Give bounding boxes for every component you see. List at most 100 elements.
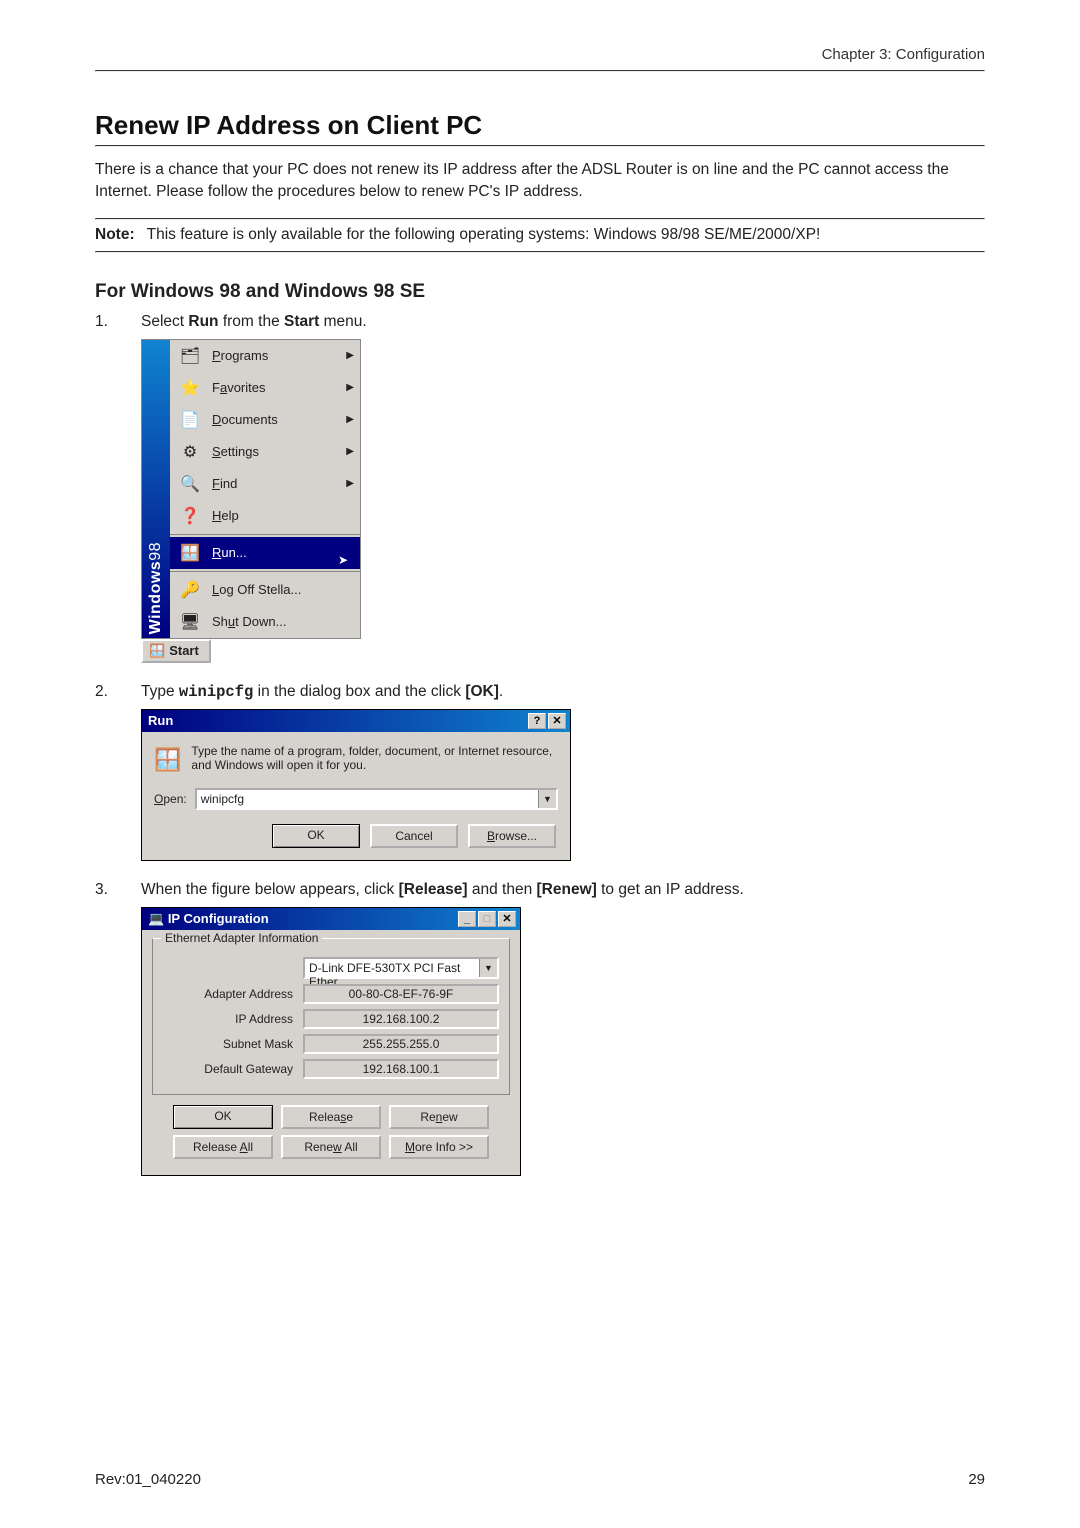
ip-address-label: IP Address xyxy=(163,1012,303,1026)
brand-text: Windows xyxy=(147,560,164,634)
ip-title-icon: 💻 xyxy=(148,911,164,926)
menu-item-run[interactable]: 🪟 Run... ➤ xyxy=(170,537,360,569)
close-titlebar-button[interactable]: ✕ xyxy=(498,911,516,927)
step-1: 1. Select Run from the Start menu. xyxy=(95,313,985,331)
start-button[interactable]: 🪟 Start xyxy=(141,639,211,663)
t: ettings xyxy=(221,444,259,459)
start-menu-list: 🗂 Programs ▶ ⭐ Favorites ▶ 📄 Documents ▶… xyxy=(170,340,360,638)
browse-button[interactable]: Browse... xyxy=(468,824,556,848)
t: Release xyxy=(193,1140,240,1154)
settings-icon: ⚙ xyxy=(178,441,202,463)
menu-item-documents[interactable]: 📄 Documents ▶ xyxy=(170,404,360,436)
u: A xyxy=(240,1140,248,1154)
t: Sh xyxy=(212,614,228,629)
adapter-select-value: D-Link DFE-530TX PCI Fast Ether xyxy=(305,959,479,977)
u: M xyxy=(405,1140,415,1154)
run-dialog: Run ? ✕ 🪟 Type the name of a program, fo… xyxy=(141,709,571,861)
run-dialog-screenshot: Run ? ✕ 🪟 Type the name of a program, fo… xyxy=(141,709,985,861)
u: H xyxy=(212,508,221,523)
ip-title: IP Configuration xyxy=(168,911,269,926)
ok-button[interactable]: OK xyxy=(272,824,360,848)
adapter-group: Ethernet Adapter Information D-Link DFE-… xyxy=(152,938,510,1095)
t: F xyxy=(212,380,220,395)
t: menu. xyxy=(319,313,366,330)
logoff-icon: 🔑 xyxy=(178,579,202,601)
minimize-titlebar-button[interactable]: _ xyxy=(458,911,476,927)
t: to get an IP address. xyxy=(597,881,744,898)
t: Type xyxy=(141,683,179,700)
taskbar-row: 🪟 Start xyxy=(141,639,985,663)
menu-item-settings[interactable]: ⚙ Settings ▶ xyxy=(170,436,360,468)
menu-separator xyxy=(170,571,360,572)
submenu-arrow-icon: ▶ xyxy=(346,350,354,361)
t: Relea xyxy=(309,1110,340,1124)
find-icon: 🔍 xyxy=(178,473,202,495)
menu-item-help[interactable]: ❓ Help xyxy=(170,500,360,532)
ip-config-dialog: 💻 IP Configuration _ □ ✕ Ethernet Adapte… xyxy=(141,907,521,1176)
page-title: Renew IP Address on Client PC xyxy=(95,110,985,141)
t: ocuments xyxy=(221,412,277,427)
release-button[interactable]: Release xyxy=(281,1105,381,1129)
ok-button[interactable]: OK xyxy=(173,1105,273,1129)
t: and then xyxy=(468,881,537,898)
menu-item-logoff[interactable]: 🔑 Log Off Stella... xyxy=(170,574,360,606)
maximize-titlebar-button: □ xyxy=(478,911,496,927)
step-number: 2. xyxy=(95,683,113,701)
step-text: When the figure below appears, click [Re… xyxy=(141,881,985,899)
dropdown-arrow-icon[interactable]: ▼ xyxy=(538,790,556,808)
intro-paragraph: There is a chance that your PC does not … xyxy=(95,159,985,204)
t: in the dialog box and the click xyxy=(253,683,465,700)
subnet-mask-label: Subnet Mask xyxy=(163,1037,303,1051)
header-rule xyxy=(95,70,985,72)
open-combobox[interactable]: winipcfg ▼ xyxy=(195,788,558,810)
t: vorites xyxy=(227,380,265,395)
more-info-button[interactable]: More Info >> xyxy=(389,1135,489,1159)
menu-item-favorites[interactable]: ⭐ Favorites ▶ xyxy=(170,372,360,404)
cursor-icon: ➤ xyxy=(338,553,348,567)
cancel-button[interactable]: Cancel xyxy=(370,824,458,848)
menu-item-programs[interactable]: 🗂 Programs ▶ xyxy=(170,340,360,372)
run-titlebar: Run ? ✕ xyxy=(142,710,570,732)
t: elp xyxy=(221,508,238,523)
renew-all-button[interactable]: Renew All xyxy=(281,1135,381,1159)
dropdown-arrow-icon[interactable]: ▼ xyxy=(479,959,497,977)
t: og Off Stella... xyxy=(219,582,301,597)
menu-item-shutdown[interactable]: 🖥 Shut Down... xyxy=(170,606,360,638)
t: pen: xyxy=(163,792,186,806)
group-legend: Ethernet Adapter Information xyxy=(161,931,322,945)
ip-config-screenshot: 💻 IP Configuration _ □ ✕ Ethernet Adapte… xyxy=(141,907,985,1176)
t: When the figure below appears, click xyxy=(141,881,399,898)
t: Select xyxy=(141,313,188,330)
adapter-select[interactable]: D-Link DFE-530TX PCI Fast Ether ▼ xyxy=(303,957,499,979)
title-rule xyxy=(95,145,985,147)
close-titlebar-button[interactable]: ✕ xyxy=(548,713,566,729)
t: ind xyxy=(220,476,237,491)
open-input-value[interactable]: winipcfg xyxy=(197,790,538,808)
run-title: Run xyxy=(148,713,173,728)
run-description: Type the name of a program, folder, docu… xyxy=(191,744,558,772)
note-text: This feature is only available for the f… xyxy=(147,226,821,244)
step-number: 3. xyxy=(95,881,113,899)
renew-button[interactable]: Renew xyxy=(389,1105,489,1129)
u: D xyxy=(212,412,221,427)
help-icon: ❓ xyxy=(178,505,202,527)
t: ore Info >> xyxy=(415,1140,473,1154)
step-3: 3. When the figure below appears, click … xyxy=(95,881,985,899)
release-all-button[interactable]: Release All xyxy=(173,1135,273,1159)
t: [Renew] xyxy=(537,881,597,898)
t: Re xyxy=(420,1110,435,1124)
note-row: Note: This feature is only available for… xyxy=(95,220,985,251)
shutdown-icon: 🖥 xyxy=(178,611,202,633)
menu-item-find[interactable]: 🔍 Find ▶ xyxy=(170,468,360,500)
u: R xyxy=(212,545,221,560)
default-gateway-label: Default Gateway xyxy=(163,1062,303,1076)
programs-icon: 🗂 xyxy=(178,345,202,367)
ip-address-value: 192.168.100.2 xyxy=(303,1009,499,1029)
ip-titlebar: 💻 IP Configuration _ □ ✕ xyxy=(142,908,520,930)
u: F xyxy=(212,476,220,491)
step-text: Type winipcfg in the dialog box and the … xyxy=(141,683,985,701)
t: ew xyxy=(442,1110,457,1124)
help-titlebar-button[interactable]: ? xyxy=(528,713,546,729)
windows-logo-icon: 🪟 xyxy=(149,643,165,659)
t: All xyxy=(342,1140,358,1154)
